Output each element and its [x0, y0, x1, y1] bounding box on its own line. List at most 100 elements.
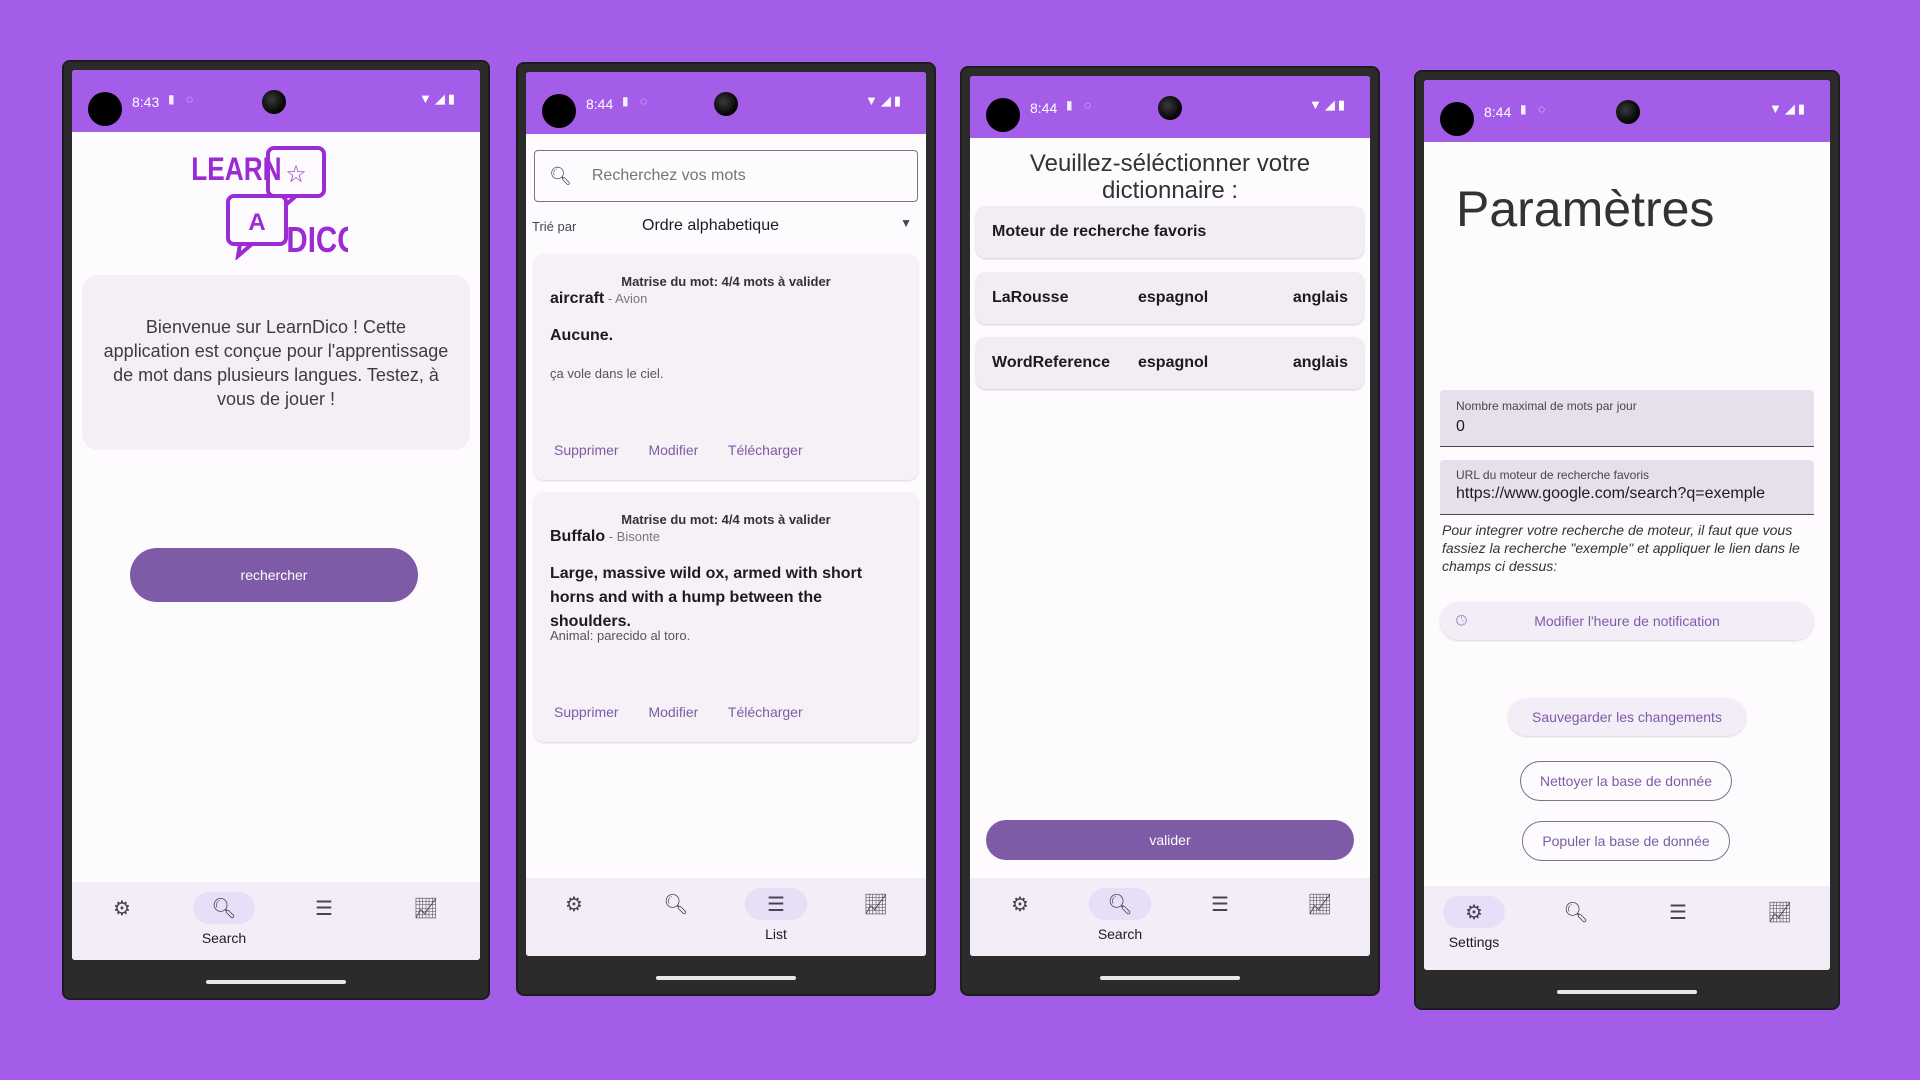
nav-list[interactable]: ☰	[1170, 888, 1270, 920]
bottom-navigation: ⚙ 🔍︎ Search ☰ 📈︎	[970, 878, 1370, 956]
front-camera	[1158, 96, 1182, 120]
rechercher-button[interactable]: rechercher	[130, 548, 418, 602]
edit-button[interactable]: Modifier	[648, 704, 698, 720]
settings-screen: 8:44 ▮ ◌ ▼◢▮ Paramètres Nombre maximal d…	[1424, 80, 1830, 970]
dictionary-row[interactable]: LaRousse espagnol anglais	[976, 272, 1364, 324]
notification-time-button[interactable]: 🕓︎ Modifier l'heure de notification	[1440, 602, 1814, 640]
search-icon: 🔍︎	[1089, 888, 1151, 920]
nav-stats[interactable]: 📈︎	[376, 892, 476, 924]
nav-settings-label: Settings	[1448, 934, 1500, 950]
nav-search[interactable]: 🔍︎	[1526, 896, 1626, 928]
search-bar[interactable]: 🔍︎	[534, 150, 918, 202]
gear-icon: ⚙	[565, 893, 583, 916]
sort-dropdown[interactable]: Trié par Ordre alphabetique ▼	[532, 212, 912, 242]
list-screen: 8:44 ▮ ◌ ▼◢▮ 🔍︎ Trié par Ordre alphabeti…	[526, 72, 926, 956]
word-translation: - Bisonte	[605, 529, 661, 544]
chart-icon: 📈︎	[413, 897, 439, 920]
status-bar: 8:44 ▮ ◌ ▼◢▮	[1424, 80, 1830, 142]
word-definition: Aucune.	[550, 327, 614, 344]
home-screen: 8:43 ▮ ◌ ▼◢▮ ☆ LEARN A DICO Bienvenue su…	[72, 70, 480, 960]
notification-icons: ▮ ◌	[168, 92, 198, 106]
nav-stats[interactable]: 📈︎	[826, 888, 926, 920]
dictionary-to: anglais	[1292, 354, 1348, 371]
nav-settings[interactable]: ⚙	[970, 888, 1070, 920]
list-icon: ☰	[745, 888, 807, 920]
download-button[interactable]: Télécharger	[728, 704, 803, 720]
max-words-label: Nombre maximal de mots par jour	[1456, 399, 1637, 413]
mastery-text: Matrise du mot: 4/4 mots à valider	[621, 274, 831, 289]
populate-database-button[interactable]: Populer la base de donnée	[1522, 821, 1730, 861]
word-translation: - Avion	[604, 291, 648, 306]
home-indicator[interactable]	[1100, 976, 1240, 980]
nav-settings[interactable]: ⚙ Settings	[1424, 896, 1524, 950]
search-icon: 🔍︎	[193, 892, 255, 924]
search-input[interactable]	[589, 166, 834, 186]
logo-learn: LEARN	[191, 153, 281, 188]
bottom-navigation: ⚙ 🔍︎ Search ☰ 📈︎	[72, 882, 480, 960]
dictionary-to: anglais	[1292, 289, 1348, 306]
home-indicator[interactable]	[206, 980, 346, 984]
notification-button-label: Modifier l'heure de notification	[1534, 613, 1720, 629]
edit-button[interactable]: Modifier	[648, 442, 698, 458]
word: Buffalo	[550, 528, 606, 545]
nav-search[interactable]: 🔍︎ Search	[174, 892, 274, 946]
notification-icons: ▮ ◌	[1520, 102, 1550, 116]
save-button[interactable]: Sauvegarder les changements	[1508, 698, 1746, 736]
sort-value[interactable]: Ordre alphabetique	[642, 217, 779, 235]
phone-settings: 8:44 ▮ ◌ ▼◢▮ Paramètres Nombre maximal d…	[1416, 72, 1838, 1008]
valider-button[interactable]: valider	[986, 820, 1354, 860]
bottom-navigation: ⚙ 🔍︎ ☰ List 📈︎	[526, 878, 926, 956]
camera-left	[986, 98, 1020, 132]
nav-list[interactable]: ☰	[274, 892, 374, 924]
favorite-label: Moteur de recherche favoris	[992, 223, 1207, 240]
welcome-card: Bienvenue sur LearnDico ! Cette applicat…	[82, 275, 470, 450]
phone-list: 8:44 ▮ ◌ ▼◢▮ 🔍︎ Trié par Ordre alphabeti…	[518, 64, 934, 994]
search-url-field[interactable]: URL du moteur de recherche favoris https…	[1440, 460, 1814, 515]
search-url-value[interactable]: https://www.google.com/search?q=exemple	[1456, 485, 1765, 503]
status-bar: 8:44 ▮ ◌ ▼◢▮	[526, 72, 926, 134]
list-icon: ☰	[1669, 901, 1687, 924]
dictionary-favorite[interactable]: Moteur de recherche favoris	[976, 206, 1364, 258]
download-button[interactable]: Télécharger	[728, 442, 803, 458]
home-indicator[interactable]	[656, 976, 796, 980]
word-card: Matrise du mot: 4/4 mots à valider aircr…	[534, 254, 918, 480]
nav-settings[interactable]: ⚙	[526, 888, 624, 920]
nav-list[interactable]: ☰ List	[726, 888, 826, 942]
word: aircraft	[550, 290, 605, 307]
nav-settings[interactable]: ⚙	[72, 892, 172, 924]
help-text: Pour integrer votre recherche de moteur,…	[1442, 522, 1800, 574]
front-camera	[714, 92, 738, 116]
phone-home: 8:43 ▮ ◌ ▼◢▮ ☆ LEARN A DICO Bienvenue su…	[64, 62, 488, 998]
clock-icon: 🕓︎	[1456, 612, 1468, 628]
gear-icon: ⚙	[1443, 896, 1505, 928]
delete-button[interactable]: Supprimer	[554, 704, 619, 720]
sort-label: Trié par	[532, 219, 577, 234]
gear-icon: ⚙	[113, 897, 131, 920]
nav-list[interactable]: ☰	[1628, 896, 1728, 928]
signal-battery-icons: ▼◢▮	[1768, 101, 1808, 116]
clean-database-button[interactable]: Nettoyer la base de donnée	[1520, 761, 1732, 801]
home-indicator[interactable]	[1557, 990, 1697, 994]
nav-search[interactable]: 🔍︎	[626, 888, 726, 920]
chart-icon: 📈︎	[863, 893, 889, 916]
notification-icons: ▮ ◌	[622, 94, 652, 108]
dictionary-row[interactable]: WordReference espagnol anglais	[976, 337, 1364, 389]
signal-battery-icons: ▼◢▮	[418, 91, 458, 106]
dictionary-from: espagnol	[1138, 354, 1209, 371]
dictionary-name: WordReference	[992, 354, 1110, 371]
nav-stats[interactable]: 📈︎	[1270, 888, 1370, 920]
nav-stats[interactable]: 📈︎	[1730, 896, 1830, 928]
logo-dico: DICO	[286, 219, 348, 259]
phone-dictionary: 8:44 ▮ ◌ ▼◢▮ Veuillez-séléctionner votre…	[962, 68, 1378, 994]
status-time: 8:43	[132, 94, 160, 110]
caret-down-icon[interactable]: ▼	[900, 216, 912, 230]
bottom-navigation: ⚙ Settings 🔍︎ ☰ 📈︎	[1424, 886, 1830, 970]
signal-battery-icons: ▼◢▮	[1308, 97, 1348, 112]
max-words-value[interactable]: 0	[1456, 418, 1465, 436]
status-time: 8:44	[586, 96, 614, 112]
svg-text:☆: ☆	[285, 160, 307, 188]
delete-button[interactable]: Supprimer	[554, 442, 619, 458]
max-words-field[interactable]: Nombre maximal de mots par jour 0	[1440, 390, 1814, 447]
nav-search[interactable]: 🔍︎ Search	[1070, 888, 1170, 942]
word-card: Matrise du mot: 4/4 mots à valider Buffa…	[534, 492, 918, 742]
